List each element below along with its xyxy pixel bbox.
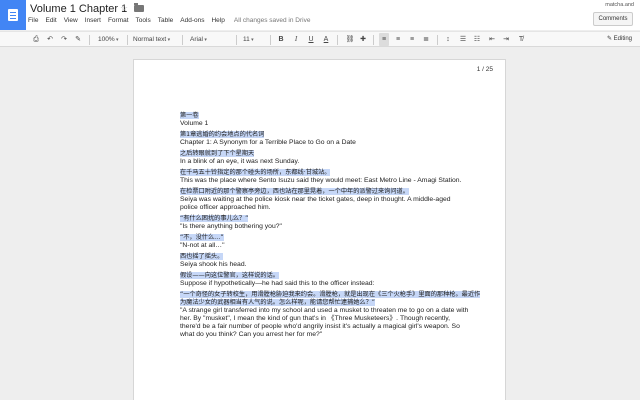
text-color-icon[interactable]: A [321, 33, 331, 46]
docs-home-icon[interactable] [0, 0, 26, 30]
print-icon[interactable]: ⎙ [31, 33, 41, 46]
menu-tools[interactable]: Tools [136, 17, 151, 24]
chinese-line: 在检票口附近的那个警察亭旁边，西也站在那里晃着，一个中年的派警过来询问道。 [180, 188, 485, 196]
menu-insert[interactable]: Insert [85, 17, 101, 24]
paragraph[interactable]: 第一卷 Volume 1 [180, 112, 485, 128]
folder-icon[interactable] [134, 3, 144, 12]
ruler [0, 48, 640, 58]
menu-addons[interactable]: Add-ons [180, 17, 204, 24]
selected-text: 假设——向这位警官，这样说的话。 [180, 272, 279, 279]
english-line: what do you think? Can you arrest her fo… [180, 331, 323, 338]
chinese-line: 第一卷 [180, 112, 485, 120]
english-line: her. By "musket", I mean the kind of gun… [180, 315, 451, 322]
paragraph[interactable]: 西也摇了摇头。 Seiya shook his head. [180, 253, 485, 269]
clear-formatting-icon[interactable]: T̸ [516, 33, 526, 46]
selected-text: “有什么困扰的事儿么？” [180, 215, 249, 222]
chinese-line: 西也摇了摇头。 [180, 253, 485, 261]
save-status[interactable]: All changes saved in Drive [234, 17, 311, 24]
paragraph[interactable]: 第1章逃婚的约会地点的代名词 Chapter 1: A Synonym for a… [180, 131, 485, 147]
chinese-line: “一个奇怪的女子转校生，用滑膛枪胁迫我来约会。滑膛枪，就是出现在《三个火枪手》里… [180, 291, 485, 307]
align-center-icon[interactable]: ≡ [393, 33, 403, 46]
english-line: Seiya shook his head. [180, 261, 247, 268]
paragraph[interactable]: “一个奇怪的女子转校生，用滑膛枪胁迫我来约会。滑膛枪，就是出现在《三个火枪手》里… [180, 291, 485, 339]
english-line: "N-not at all…" [180, 242, 225, 249]
chinese-line: 第1章逃婚的约会地点的代名词 [180, 131, 485, 139]
english-line: Suppose if hypothetically—he had said th… [180, 280, 375, 287]
underline-icon[interactable]: U [306, 33, 316, 46]
english-line: there'd be a fair number of people who'd… [180, 323, 460, 330]
selected-text: “不，没什么…” [180, 234, 224, 241]
chinese-line: 在千马五十铃指定的那个碰头的场所，东都线·甘城站。 [180, 169, 485, 177]
menu-table[interactable]: Table [158, 17, 174, 24]
selected-text: “一个奇怪的女子转校生，用滑膛枪胁迫我来约会。滑膛枪，就是出现在《三个火枪手》里… [180, 291, 481, 306]
redo-icon[interactable]: ↷ [59, 33, 69, 46]
font-select[interactable]: Arial [190, 33, 232, 46]
selected-text: 之后转眼就到了下个星期天 [180, 150, 255, 157]
selected-text: 西也摇了摇头。 [180, 253, 224, 260]
pencil-icon: ✎ [606, 36, 612, 42]
english-line: Seiya was waiting at the police kiosk ne… [180, 196, 451, 203]
document-body[interactable]: 第一卷 Volume 1 第1章逃婚的约会地点的代名词 Chapter 1: A Sy… [180, 112, 485, 342]
decrease-indent-icon[interactable]: ⇤ [487, 33, 497, 46]
align-right-icon[interactable]: ≡ [407, 33, 417, 46]
chinese-line: 假设——向这位警官，这样说的话。 [180, 272, 485, 280]
paint-format-icon[interactable]: ✎ [73, 33, 83, 46]
english-line: Volume 1 [180, 120, 209, 127]
editing-mode-select[interactable]: ✎ Editing [607, 33, 632, 46]
selected-text: 第1章逃婚的约会地点的代名词 [180, 131, 265, 138]
menu-view[interactable]: View [64, 17, 78, 24]
english-line: "Is there anything bothering you?" [180, 223, 282, 230]
paragraph[interactable]: 之后转眼就到了下个星期天 In a blink of an eye, it was… [180, 150, 485, 166]
menu-format[interactable]: Format [108, 17, 129, 24]
chinese-line: “有什么困扰的事儿么？” [180, 215, 485, 223]
selected-text: 在千马五十铃指定的那个碰头的场所，东都线·甘城站。 [180, 169, 331, 176]
zoom-select[interactable]: 100% [98, 33, 119, 46]
undo-icon[interactable]: ↶ [45, 33, 55, 46]
menu-file[interactable]: File [28, 17, 38, 24]
selected-text: 第一卷 [180, 112, 199, 119]
user-email[interactable]: matcha.and [605, 2, 634, 8]
link-icon[interactable]: ⛓ [345, 33, 355, 46]
star-icon[interactable]: ☆ [120, 3, 128, 14]
paragraph[interactable]: 在千马五十铃指定的那个碰头的场所，东都线·甘城站。 This was the pl… [180, 169, 485, 185]
app-header: Volume 1 Chapter 1 ☆ File Edit View Inse… [0, 0, 640, 30]
menu-edit[interactable]: Edit [45, 17, 56, 24]
formatting-toolbar: ⎙ ↶ ↷ ✎ 100% Normal text Arial 11 B I U … [0, 31, 640, 47]
document-page[interactable]: 1 / 25 第一卷 Volume 1 第1章逃婚的约会地点的代名词 Chapter … [134, 60, 505, 400]
menu-bar: File Edit View Insert Format Tools Table… [28, 17, 317, 24]
increase-indent-icon[interactable]: ⇥ [501, 33, 511, 46]
paragraph[interactable]: “有什么困扰的事儿么？” "Is there anything bothering… [180, 215, 485, 231]
editing-mode-label: Editing [613, 36, 632, 42]
menu-help[interactable]: Help [211, 17, 224, 24]
justify-icon[interactable]: ≣ [421, 33, 431, 46]
paragraph[interactable]: 假设——向这位警官，这样说的话。 Suppose if hypotheticall… [180, 272, 485, 288]
paragraph[interactable]: 在检票口附近的那个警察亭旁边，西也站在那里晃着，一个中年的派警过来询问道。 Sei… [180, 188, 485, 212]
page-number: 1 / 25 [476, 66, 493, 73]
italic-icon[interactable]: I [291, 33, 301, 46]
english-line: This was the place where Sento Isuzu sai… [180, 177, 462, 184]
align-left-icon[interactable]: ≡ [379, 33, 389, 46]
english-line: In a blink of an eye, it was next Sunday… [180, 158, 300, 165]
paragraph[interactable]: “不，没什么…” "N-not at all…" [180, 234, 485, 250]
line-spacing-icon[interactable]: ↕ [443, 33, 453, 46]
comment-icon[interactable]: ✚ [358, 33, 368, 46]
style-select[interactable]: Normal text [133, 33, 170, 46]
bold-icon[interactable]: B [276, 33, 286, 46]
chinese-line: 之后转眼就到了下个星期天 [180, 150, 485, 158]
font-size-select[interactable]: 11 [243, 33, 254, 46]
english-line: Chapter 1: A Synonym for a Terrible Plac… [180, 139, 356, 146]
document-title[interactable]: Volume 1 Chapter 1 [30, 3, 127, 15]
selected-text: 在检票口附近的那个警察亭旁边，西也站在那里晃着，一个中年的派警过来询问道。 [180, 188, 409, 195]
chinese-line: “不，没什么…” [180, 234, 485, 242]
english-line: "A strange girl transferred into my scho… [180, 307, 469, 314]
english-line: police officer approached him. [180, 204, 271, 211]
bulleted-list-icon[interactable]: ☷ [472, 33, 482, 46]
comments-button[interactable]: Comments [593, 12, 633, 26]
numbered-list-icon[interactable]: ☰ [458, 33, 468, 46]
